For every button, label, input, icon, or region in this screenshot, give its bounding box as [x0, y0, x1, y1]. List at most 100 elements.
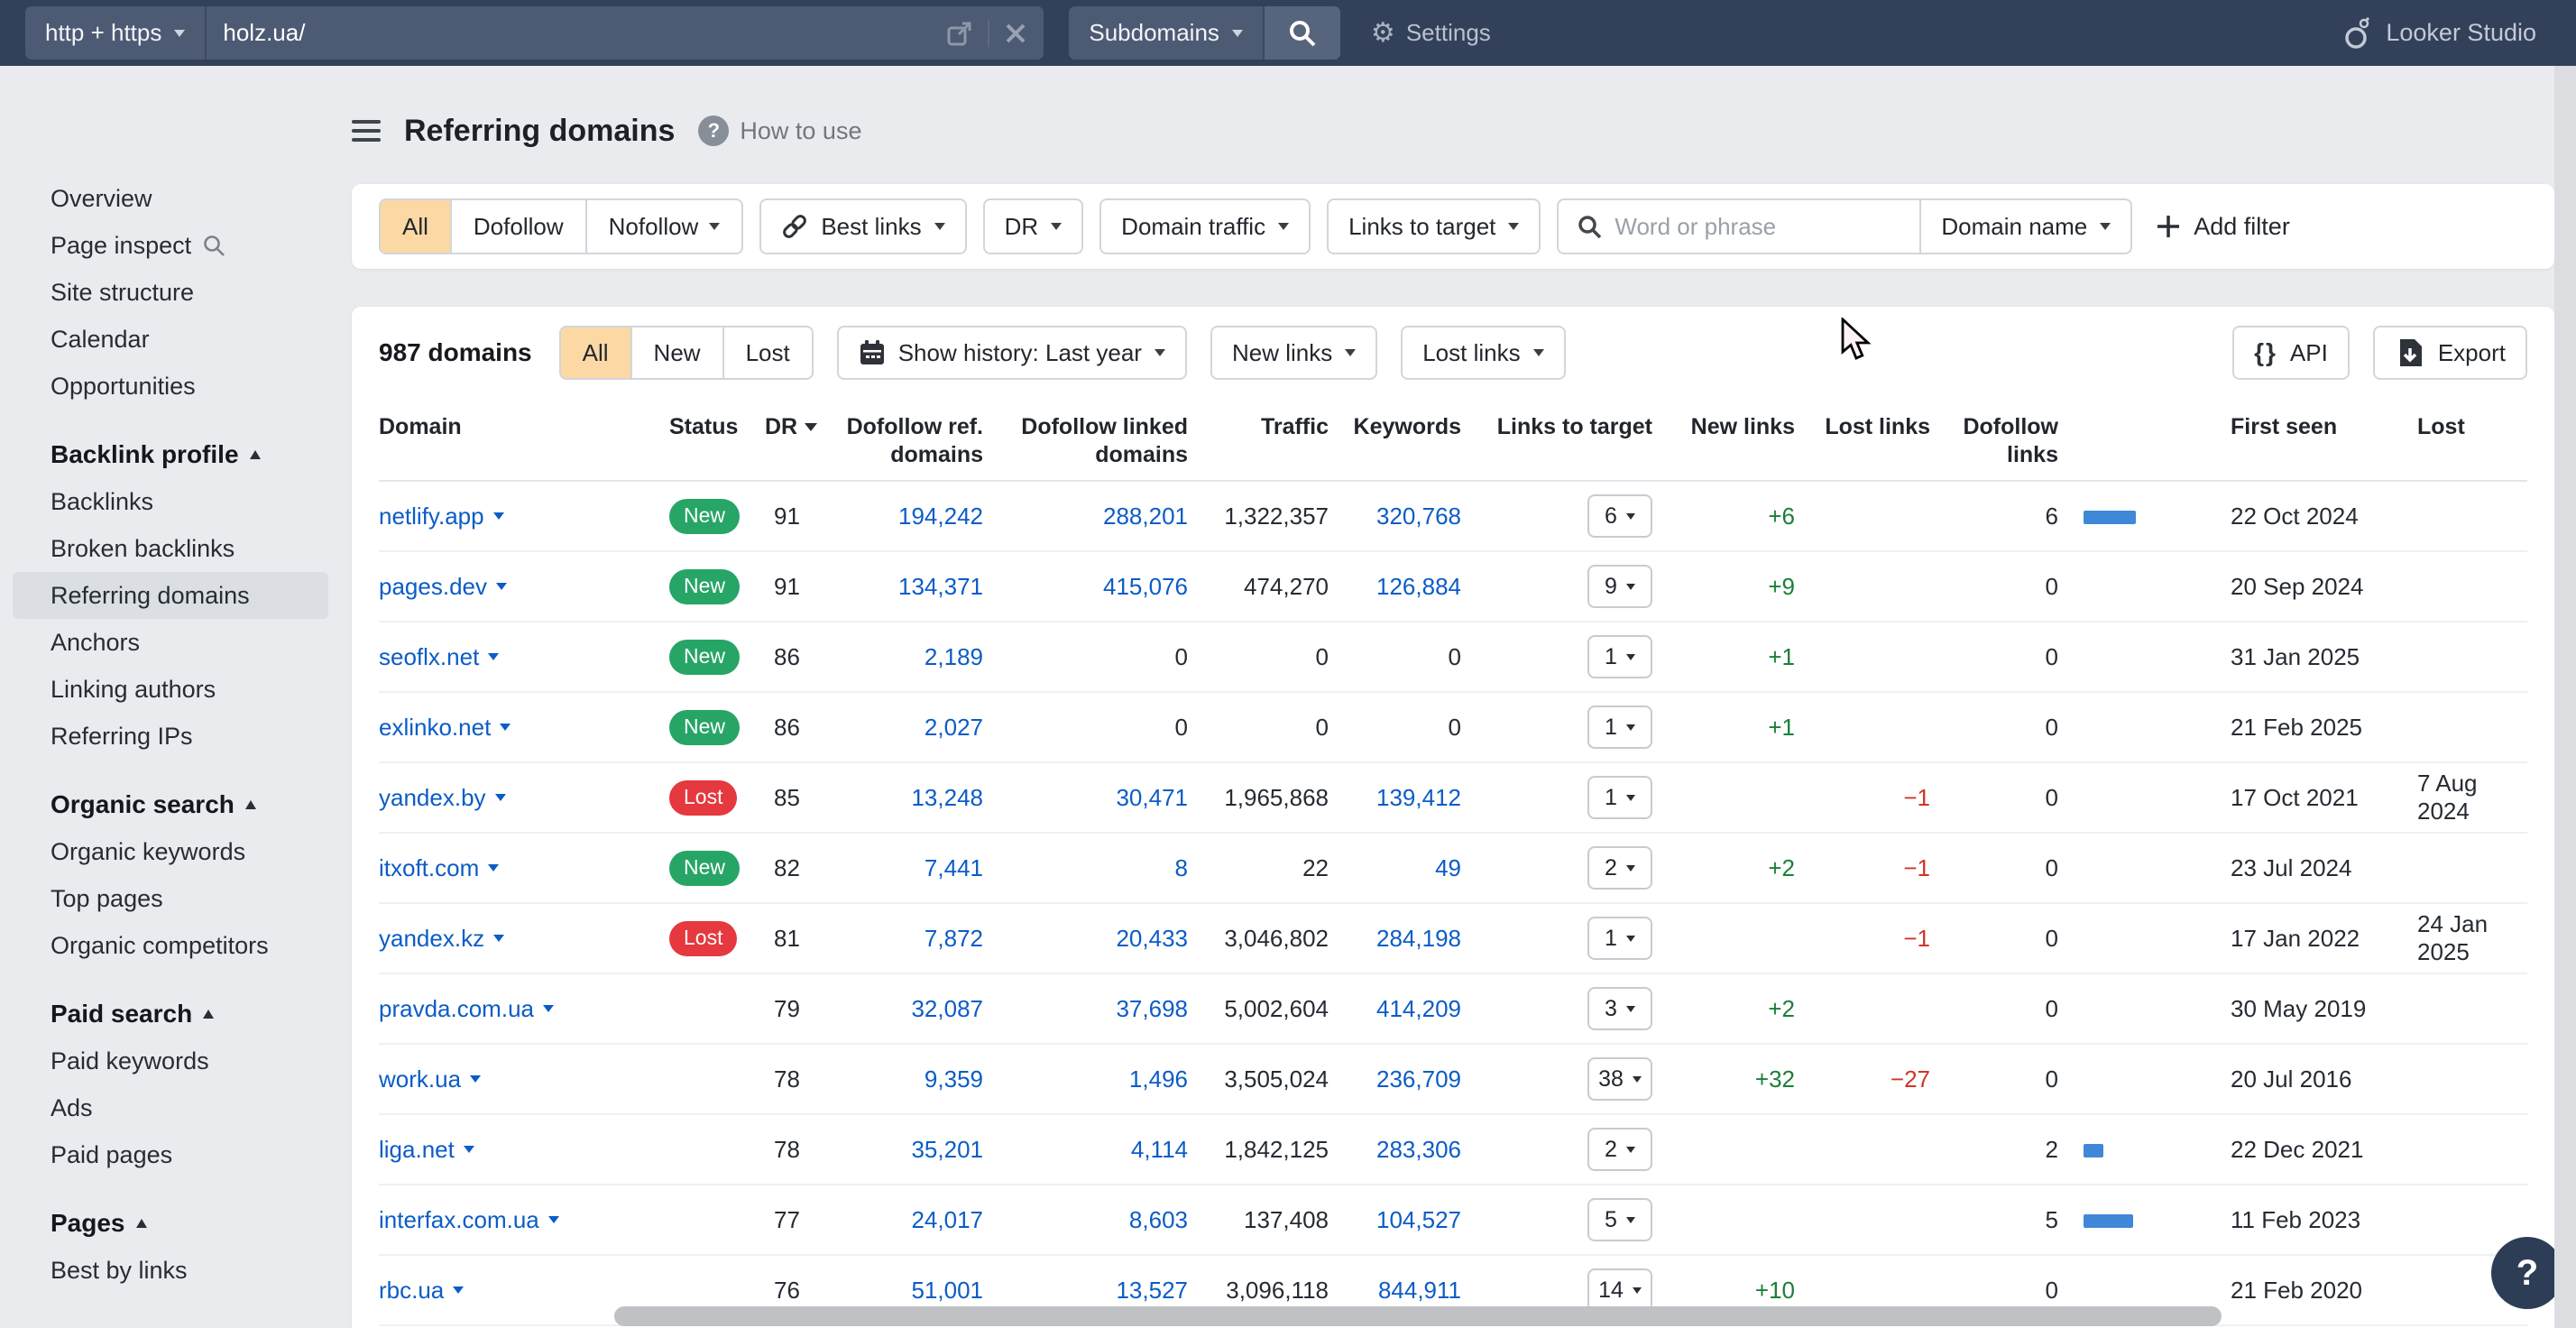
domain-link[interactable]: netlify.app [379, 503, 484, 530]
sidebar-item-organic-keywords[interactable]: Organic keywords [13, 828, 328, 875]
sidebar-item-paid-pages[interactable]: Paid pages [13, 1131, 328, 1178]
links-to-target-select[interactable]: 1 [1587, 635, 1652, 678]
chevron-down-icon[interactable] [496, 583, 507, 590]
chevron-down-icon[interactable] [493, 512, 504, 520]
horizontal-scrollbar-thumb[interactable] [614, 1306, 2222, 1326]
domain-link[interactable]: interfax.com.ua [379, 1206, 539, 1234]
segment-all[interactable]: All [381, 200, 452, 253]
best-links-filter[interactable]: Best links [759, 198, 966, 254]
domain-link[interactable]: yandex.by [379, 784, 486, 812]
api-button[interactable]: {} API [2232, 326, 2350, 380]
chevron-down-icon[interactable] [488, 864, 499, 872]
dofollow-ref-domains-value[interactable]: 194,242 [830, 503, 983, 530]
keywords-value[interactable]: 320,768 [1329, 503, 1461, 530]
domain-link[interactable]: yandex.kz [379, 925, 484, 953]
links-to-target-select[interactable]: 6 [1587, 494, 1652, 538]
segment-dofollow[interactable]: Dofollow [452, 200, 587, 253]
add-filter-button[interactable]: Add filter [2156, 213, 2290, 241]
col-dofollow-links[interactable]: Dofollow links [1930, 413, 2201, 469]
search-input[interactable]: Word or phrase [1559, 200, 1919, 253]
col-lost[interactable]: Lost [2399, 413, 2525, 441]
sidebar-item-page-inspect[interactable]: Page inspect [13, 222, 328, 269]
segment-status-lost[interactable]: Lost [724, 327, 812, 378]
sidebar-item-best-by-links[interactable]: Best by links [13, 1247, 328, 1294]
keywords-value[interactable]: 49 [1329, 854, 1461, 882]
dofollow-ref-domains-value[interactable]: 13,248 [830, 784, 983, 812]
sidebar-section-backlink-profile[interactable]: Backlink profile [0, 431, 345, 478]
links-to-target-select[interactable]: 38 [1587, 1057, 1652, 1101]
keywords-value[interactable]: 104,527 [1329, 1206, 1461, 1234]
dofollow-ref-domains-value[interactable]: 7,441 [830, 854, 983, 882]
col-dr-sorted[interactable]: DR [765, 413, 830, 441]
dofollow-ref-domains-value[interactable]: 24,017 [830, 1206, 983, 1234]
col-keywords[interactable]: Keywords [1329, 413, 1461, 441]
sidebar-item-opportunities[interactable]: Opportunities [13, 363, 328, 410]
sidebar-section-pages[interactable]: Pages [0, 1200, 345, 1247]
keywords-value[interactable]: 139,412 [1329, 784, 1461, 812]
dofollow-linked-domains-value[interactable]: 8,603 [983, 1206, 1188, 1234]
domain-link[interactable]: itxoft.com [379, 854, 479, 882]
dofollow-linked-domains-value[interactable]: 8 [983, 854, 1188, 882]
dofollow-linked-domains-value[interactable]: 4,114 [983, 1136, 1188, 1164]
looker-studio-button[interactable]: Looker Studio [2342, 16, 2536, 51]
how-to-use-link[interactable]: ? How to use [698, 115, 861, 146]
chevron-down-icon[interactable] [493, 935, 504, 942]
dofollow-ref-domains-value[interactable]: 134,371 [830, 573, 983, 601]
url-input[interactable]: holz.ua/ [207, 6, 1044, 60]
segment-status-new[interactable]: New [632, 327, 724, 378]
sidebar-item-referring-domains[interactable]: Referring domains [13, 572, 328, 619]
new-links-select[interactable]: New links [1210, 326, 1377, 380]
links-to-target-select[interactable]: 2 [1587, 1128, 1652, 1171]
keywords-value[interactable]: 414,209 [1329, 995, 1461, 1023]
open-in-new-tab-icon[interactable] [946, 20, 973, 47]
col-dofollow-linked-domains[interactable]: Dofollow linked domains [983, 413, 1188, 469]
segment-status-all[interactable]: All [561, 327, 632, 378]
search-button[interactable] [1265, 6, 1340, 60]
dofollow-ref-domains-value[interactable]: 2,189 [830, 643, 983, 671]
links-to-target-select[interactable]: 5 [1587, 1198, 1652, 1241]
menu-icon[interactable] [352, 120, 381, 142]
links-to-target-select[interactable]: 3 [1587, 987, 1652, 1030]
chevron-down-icon[interactable] [548, 1216, 559, 1223]
col-first-seen[interactable]: First seen [2201, 413, 2399, 441]
dofollow-linked-domains-value[interactable]: 1,496 [983, 1065, 1188, 1093]
sidebar-item-organic-competitors[interactable]: Organic competitors [13, 922, 328, 969]
sidebar-item-calendar[interactable]: Calendar [13, 316, 328, 363]
dofollow-linked-domains-value[interactable]: 20,433 [983, 925, 1188, 953]
clear-input-icon[interactable] [1004, 22, 1027, 45]
sidebar-item-referring-ips[interactable]: Referring IPs [13, 713, 328, 760]
col-dofollow-ref-domains[interactable]: Dofollow ref. domains [830, 413, 983, 469]
links-to-target-select[interactable]: 1 [1587, 776, 1652, 819]
domain-link[interactable]: liga.net [379, 1136, 455, 1164]
domain-traffic-filter[interactable]: Domain traffic [1099, 198, 1311, 254]
chevron-down-icon[interactable] [470, 1075, 481, 1083]
domain-link[interactable]: pages.dev [379, 573, 487, 601]
keywords-value[interactable]: 284,198 [1329, 925, 1461, 953]
sidebar-item-broken-backlinks[interactable]: Broken backlinks [13, 525, 328, 572]
dofollow-ref-domains-value[interactable]: 2,027 [830, 714, 983, 742]
export-button[interactable]: Export [2373, 326, 2527, 380]
domain-link[interactable]: seoflx.net [379, 643, 479, 671]
dofollow-linked-domains-value[interactable]: 13,527 [983, 1277, 1188, 1305]
col-traffic[interactable]: Traffic [1188, 413, 1329, 441]
sidebar-item-ads[interactable]: Ads [13, 1084, 328, 1131]
dofollow-linked-domains-value[interactable]: 37,698 [983, 995, 1188, 1023]
col-status[interactable]: Status [669, 413, 765, 441]
chevron-down-icon[interactable] [488, 653, 499, 660]
sidebar-item-overview[interactable]: Overview [13, 175, 328, 222]
keywords-value[interactable]: 283,306 [1329, 1136, 1461, 1164]
links-to-target-filter[interactable]: Links to target [1327, 198, 1541, 254]
col-domain[interactable]: Domain [379, 413, 669, 441]
sidebar-item-paid-keywords[interactable]: Paid keywords [13, 1038, 328, 1084]
links-to-target-select[interactable]: 2 [1587, 846, 1652, 890]
dofollow-ref-domains-value[interactable]: 35,201 [830, 1136, 983, 1164]
chevron-down-icon[interactable] [453, 1286, 464, 1294]
lost-links-select[interactable]: Lost links [1401, 326, 1565, 380]
keywords-value[interactable]: 126,884 [1329, 573, 1461, 601]
dofollow-ref-domains-value[interactable]: 51,001 [830, 1277, 983, 1305]
sidebar-section-paid-search[interactable]: Paid search [0, 991, 345, 1038]
settings-button[interactable]: ⚙ Settings [1371, 19, 1491, 47]
dofollow-linked-domains-value[interactable]: 415,076 [983, 573, 1188, 601]
chevron-down-icon[interactable] [543, 1005, 554, 1012]
chevron-down-icon[interactable] [500, 724, 511, 731]
